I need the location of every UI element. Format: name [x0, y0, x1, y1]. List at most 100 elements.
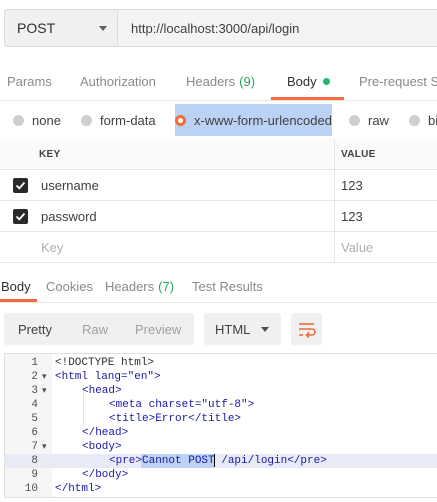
column-divider [334, 139, 335, 263]
fold-arrow-icon[interactable]: ▾ [42, 440, 47, 454]
radio-circle-icon [13, 114, 24, 126]
active-tab-indicator [0, 299, 37, 302]
line-number: 7 [31, 441, 38, 453]
tab-body[interactable]: Body [287, 62, 330, 100]
radio-label: x-www-form-urlencoded [194, 112, 332, 128]
tab-cookies[interactable]: Cookies [46, 270, 93, 302]
line-number: 10 [24, 483, 38, 495]
code-text: <pre>Cannot POST /api/login</pre> [109, 455, 327, 467]
method-label: POST [17, 20, 56, 36]
tab-response-headers[interactable]: Headers (7) [105, 270, 174, 302]
row-checkbox[interactable] [13, 178, 28, 193]
code-line: 6 </head> [5, 426, 437, 440]
code-text: <!DOCTYPE html> [55, 357, 155, 369]
table-row-new: Key Value [0, 232, 437, 263]
line-number: 3 [31, 385, 38, 397]
tab-label: Authorization [80, 73, 156, 89]
code-text: </head> [82, 427, 129, 439]
radio-binary[interactable]: bi [409, 104, 437, 136]
tab-label: Params [7, 73, 52, 89]
tab-pre-request-script[interactable]: Pre-request Sc [359, 62, 437, 100]
preview-button[interactable]: Preview [135, 313, 181, 345]
code-text: <head> [82, 385, 122, 397]
line-number: 4 [31, 399, 38, 411]
value-field[interactable]: 123 [341, 170, 363, 201]
tab-label: Pre-request Sc [359, 73, 437, 89]
method-select[interactable]: POST [4, 9, 118, 47]
line-number: 2 [31, 371, 38, 383]
radio-label: form-data [100, 112, 156, 128]
chevron-down-icon [99, 26, 107, 31]
code-line: 3 ▾ <head> [5, 384, 437, 398]
checkmark-icon [15, 212, 26, 221]
code-text: <html lang="en"> [55, 371, 161, 383]
tab-headers[interactable]: Headers (9) [186, 62, 255, 100]
tab-response-body[interactable]: Body [1, 270, 31, 302]
checkmark-icon [15, 181, 26, 190]
code-line: 5 <title>Error</title> [5, 412, 437, 426]
line-number: 5 [31, 413, 38, 425]
request-bar: POST http://localhost:3000/api/login [0, 0, 437, 58]
radio-form-data[interactable]: form-data [81, 104, 156, 136]
response-body-editor[interactable]: 1 <!DOCTYPE html> 2 ▾ <html lang="en"> 3… [4, 353, 437, 498]
code-text: <title>Error</title> [109, 413, 242, 425]
response-tabs: Body Cookies Headers (7) Test Results [0, 270, 437, 303]
line-number: 8 [31, 455, 38, 467]
params-table: KEY VALUE username 123 password 123 Key … [0, 139, 437, 263]
code-line: 10 </html> [5, 482, 437, 496]
value-field[interactable]: 123 [341, 201, 363, 232]
code-line: 7 ▾ <body> [5, 440, 437, 454]
wrap-lines-button[interactable] [291, 313, 322, 345]
view-mode-segment: Pretty Raw Preview [4, 313, 194, 345]
active-tab-indicator [271, 97, 344, 100]
table-row: username 123 [0, 170, 437, 201]
column-header-value: VALUE [341, 149, 376, 160]
body-status-dot-icon [322, 77, 330, 85]
new-value-input[interactable]: Value [341, 232, 373, 263]
tab-params[interactable]: Params [7, 62, 52, 100]
row-checkbox[interactable] [13, 209, 28, 224]
fold-arrow-icon[interactable]: ▾ [42, 370, 47, 384]
pretty-button[interactable]: Pretty [18, 313, 52, 345]
key-field[interactable]: username [41, 170, 99, 201]
radio-raw[interactable]: raw [349, 104, 389, 136]
code-line: 1 <!DOCTYPE html> [5, 356, 437, 370]
tab-label: Headers [105, 278, 155, 294]
raw-button[interactable]: Raw [82, 313, 108, 345]
radio-selected-icon [175, 114, 186, 126]
body-type-radios: none form-data x-www-form-urlencoded raw… [0, 104, 437, 136]
fold-arrow-icon[interactable]: ▾ [42, 384, 47, 398]
new-key-input[interactable]: Key [41, 232, 63, 263]
table-header: KEY VALUE [0, 139, 437, 170]
code-text: </body> [82, 469, 129, 481]
table-row: password 123 [0, 201, 437, 232]
radio-none[interactable]: none [13, 104, 61, 136]
column-header-key: KEY [39, 149, 61, 160]
headers-count: (9) [239, 73, 256, 89]
chevron-down-icon [261, 327, 269, 332]
key-field[interactable]: password [41, 201, 97, 232]
code-text: </html> [55, 483, 102, 495]
line-number: 6 [31, 427, 38, 439]
radio-x-www-form-urlencoded[interactable]: x-www-form-urlencoded [175, 104, 332, 136]
radio-label: none [32, 112, 61, 128]
url-value: http://localhost:3000/api/login [131, 20, 300, 36]
tab-authorization[interactable]: Authorization [80, 62, 156, 100]
radio-label: raw [368, 112, 389, 128]
line-number: 1 [31, 357, 38, 369]
text-cursor [214, 454, 215, 467]
wrap-lines-icon [299, 323, 316, 339]
code-line-active: 8 <pre>Cannot POST /api/login</pre> [5, 454, 437, 468]
tab-label: Headers [186, 73, 236, 89]
url-input[interactable]: http://localhost:3000/api/login [118, 9, 437, 47]
tab-label: Body [287, 73, 317, 89]
format-select[interactable]: HTML [204, 313, 281, 345]
radio-label: bi [428, 112, 437, 128]
request-tabs: Params Authorization Headers (9) Body Pre… [0, 62, 437, 101]
code-text: <body> [82, 441, 122, 453]
tab-test-results[interactable]: Test Results [192, 270, 263, 302]
code-text: <meta charset="utf-8"> [109, 399, 255, 411]
code-line: 2 ▾ <html lang="en"> [5, 370, 437, 384]
tab-label: Cookies [46, 278, 93, 294]
code-line: 4 <meta charset="utf-8"> [5, 398, 437, 412]
